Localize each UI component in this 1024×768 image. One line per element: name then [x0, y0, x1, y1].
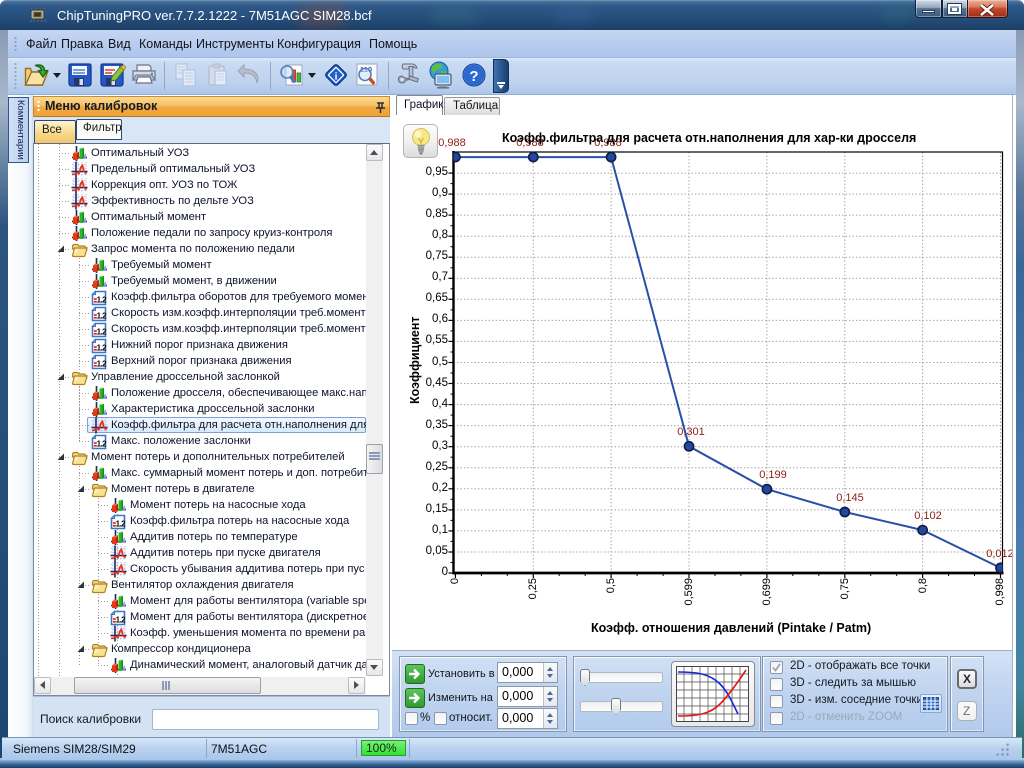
- svg-text:1.2: 1.2: [116, 616, 126, 625]
- svg-text:?: ?: [469, 68, 478, 85]
- svg-text:i: i: [335, 72, 338, 83]
- svg-text:1.2: 1.2: [116, 520, 126, 529]
- svg-text:1.2: 1.2: [97, 440, 107, 449]
- svg-text:1.2: 1.2: [97, 344, 107, 353]
- svg-text:1.2: 1.2: [97, 360, 107, 369]
- svg-text:1.2: 1.2: [97, 328, 107, 337]
- svg-text:1.2: 1.2: [97, 312, 107, 321]
- svg-text:1.2: 1.2: [97, 296, 107, 305]
